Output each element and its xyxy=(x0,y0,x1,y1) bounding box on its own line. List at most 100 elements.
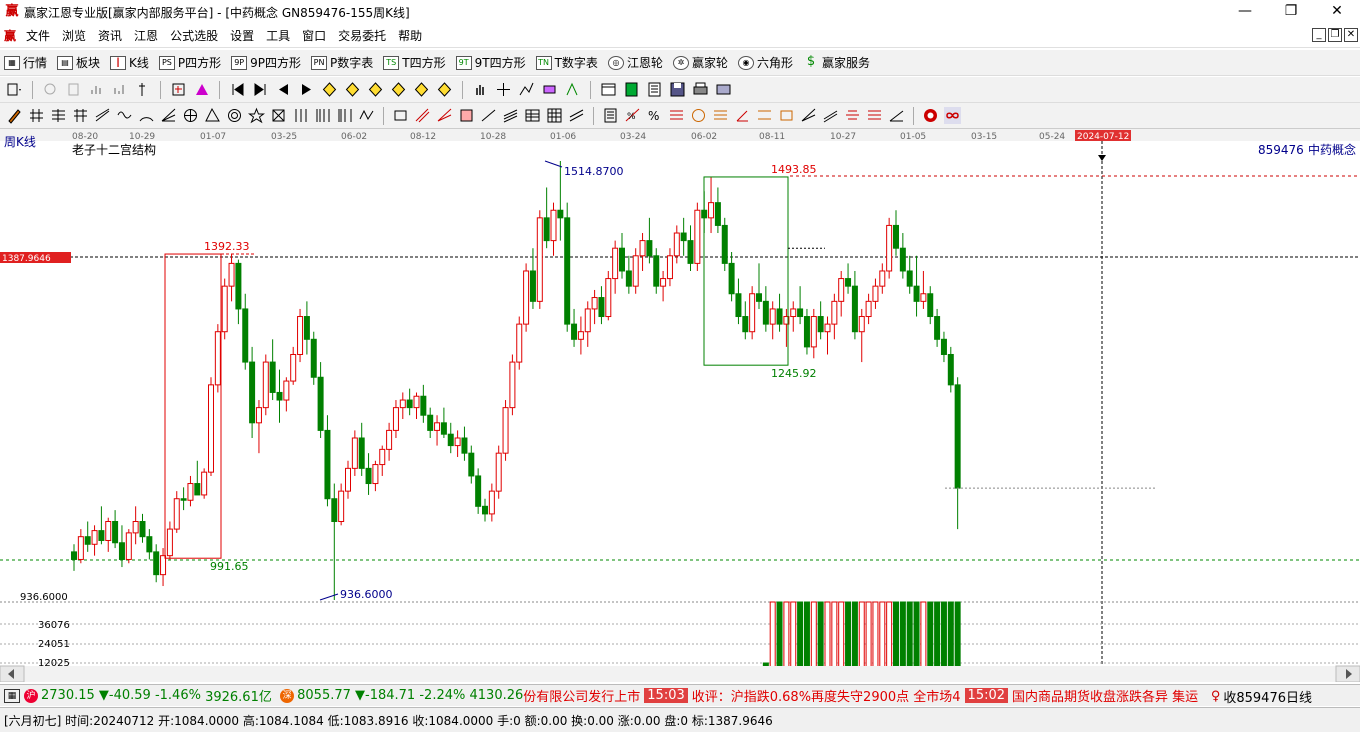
pen-icon[interactable] xyxy=(6,107,23,124)
zigzag-icon[interactable] xyxy=(358,107,375,124)
toolbar-service-button[interactable]: $ 赢家服务 xyxy=(803,54,870,71)
star-icon[interactable] xyxy=(248,107,265,124)
formula-icon[interactable] xyxy=(564,81,581,98)
table-icon[interactable] xyxy=(524,107,541,124)
news-item[interactable]: 份有限公司发行上市 xyxy=(523,686,640,705)
diamond-zoom-out-icon[interactable] xyxy=(436,81,453,98)
disabled-tool-icon[interactable] xyxy=(42,81,59,98)
menu-window[interactable]: 窗口 xyxy=(296,27,332,44)
toolbar-sector-button[interactable]: ▤ 板块 xyxy=(57,54,100,71)
disabled-doc-icon[interactable] xyxy=(65,81,82,98)
cursor-tool-icon[interactable] xyxy=(134,81,151,98)
wave-icon[interactable] xyxy=(116,107,133,124)
print-icon[interactable] xyxy=(692,81,709,98)
menu-trade[interactable]: 交易委托 xyxy=(332,27,392,44)
infinity-icon[interactable] xyxy=(944,107,961,124)
fan-lines-icon[interactable] xyxy=(800,107,817,124)
gold-lines-icon[interactable] xyxy=(712,107,729,124)
menu-tools[interactable]: 工具 xyxy=(260,27,296,44)
calendar-icon[interactable] xyxy=(600,81,617,98)
fan-icon[interactable] xyxy=(160,107,177,124)
box-fill-icon[interactable] xyxy=(458,107,475,124)
circle-grid-icon[interactable] xyxy=(182,107,199,124)
color-tool-icon[interactable] xyxy=(193,81,210,98)
channel-icon[interactable] xyxy=(94,107,111,124)
toolbar-gann-wheel-button[interactable]: ◎ 江恩轮 xyxy=(607,54,663,71)
disabled-bars2-icon[interactable] xyxy=(111,81,128,98)
spiral-icon[interactable] xyxy=(226,107,243,124)
mdi-restore-button[interactable]: ❐ xyxy=(1328,28,1342,42)
arc-icon[interactable] xyxy=(138,107,155,124)
menu-gann[interactable]: 江恩 xyxy=(128,27,164,44)
triangle-icon[interactable] xyxy=(204,107,221,124)
toolbar-9p-square-button[interactable]: 9P 9P四方形 xyxy=(231,54,301,71)
diamond-zoom-in-icon[interactable] xyxy=(413,81,430,98)
rect-icon[interactable] xyxy=(392,107,409,124)
level-lines-icon[interactable] xyxy=(668,107,685,124)
zoom-icon[interactable] xyxy=(170,81,187,98)
multi-line-icon[interactable] xyxy=(568,107,585,124)
yinyang-icon[interactable] xyxy=(922,107,939,124)
news-item[interactable]: 国内商品期货收盘涨跌各异 集运 xyxy=(1012,686,1198,705)
minimize-button[interactable]: — xyxy=(1222,0,1268,24)
hand-icon[interactable] xyxy=(472,81,489,98)
menu-help[interactable]: 帮助 xyxy=(392,27,428,44)
gann-lines-icon[interactable] xyxy=(72,107,89,124)
news-item[interactable]: 收评：沪指跌0.68%再度失守2900点 全市场4 xyxy=(692,686,961,705)
ticker-grid-icon[interactable]: ▦ xyxy=(4,688,20,703)
first-page-icon[interactable] xyxy=(229,81,246,98)
mdi-close-button[interactable]: ✕ xyxy=(1344,28,1358,42)
toolbar-9t-square-button[interactable]: 9T 9T四方形 xyxy=(455,54,526,71)
prev-icon[interactable] xyxy=(275,81,292,98)
calculator-icon[interactable] xyxy=(623,81,640,98)
fib-time-icon[interactable] xyxy=(336,107,353,124)
speed-lines-icon[interactable] xyxy=(436,107,453,124)
mdi-minimize-button[interactable]: _ xyxy=(1312,28,1326,42)
toolbar-quotes-button[interactable]: ▦ 行情 xyxy=(4,54,47,71)
menu-news[interactable]: 资讯 xyxy=(92,27,128,44)
chart-panel[interactable]: 08-20 10-29 01-07 03-25 06-02 08-12 10-28 01-06… xyxy=(0,129,1360,683)
gold-box-icon[interactable] xyxy=(778,107,795,124)
save-icon[interactable] xyxy=(669,81,686,98)
cycle-icon[interactable] xyxy=(844,107,861,124)
triangle-lines-icon[interactable] xyxy=(888,107,905,124)
toolbar-t-square-button[interactable]: TS T四方形 xyxy=(383,54,446,71)
parallel-icon[interactable] xyxy=(414,107,431,124)
menu-file[interactable]: 文件 xyxy=(20,27,56,44)
cycle-lines-icon[interactable] xyxy=(314,107,331,124)
toolbar-p-table-button[interactable]: PN P数字表 xyxy=(311,54,373,71)
grid-lines-icon[interactable] xyxy=(28,107,45,124)
diamond-up-icon[interactable] xyxy=(321,81,338,98)
line-draw-icon[interactable] xyxy=(518,81,535,98)
red-lines-icon[interactable] xyxy=(866,107,883,124)
diamond-down-icon[interactable] xyxy=(344,81,361,98)
last-page-icon[interactable] xyxy=(252,81,269,98)
box-level-icon[interactable] xyxy=(756,107,773,124)
matrix-icon[interactable] xyxy=(546,107,563,124)
toolbar-p-square-button[interactable]: PS P四方形 xyxy=(158,54,221,71)
menu-settings[interactable]: 设置 xyxy=(224,27,260,44)
toolbar-winner-wheel-button[interactable]: ✲ 赢家轮 xyxy=(672,54,728,71)
ticker-right-label[interactable]: 收859476日线 xyxy=(1223,687,1312,706)
report-icon[interactable] xyxy=(646,81,663,98)
channel-lines-icon[interactable] xyxy=(822,107,839,124)
toolbar-hexagon-button[interactable]: ◉ 六角形 xyxy=(737,54,793,71)
diamond-left-icon[interactable] xyxy=(367,81,384,98)
fib-lines-icon[interactable] xyxy=(50,107,67,124)
maximize-button[interactable]: ❐ xyxy=(1268,0,1314,24)
export-icon[interactable] xyxy=(715,81,732,98)
regression-icon[interactable] xyxy=(502,107,519,124)
menu-logo-icon[interactable]: 赢 xyxy=(0,27,20,44)
eraser-icon[interactable] xyxy=(541,81,558,98)
gold-circle-icon[interactable] xyxy=(690,107,707,124)
text-table-icon[interactable] xyxy=(602,107,619,124)
disabled-bars-icon[interactable] xyxy=(88,81,105,98)
close-button[interactable]: ✕ xyxy=(1314,0,1360,24)
crosshair-icon[interactable] xyxy=(495,81,512,98)
square-grid-icon[interactable] xyxy=(270,107,287,124)
menu-formula[interactable]: 公式选股 xyxy=(164,27,224,44)
next-icon[interactable] xyxy=(298,81,315,98)
menu-browse[interactable]: 浏览 xyxy=(56,27,92,44)
period-icon[interactable] xyxy=(6,81,23,98)
kline-chart[interactable]: 08-20 10-29 01-07 03-25 06-02 08-12 10-28 01-06… xyxy=(0,129,1360,683)
